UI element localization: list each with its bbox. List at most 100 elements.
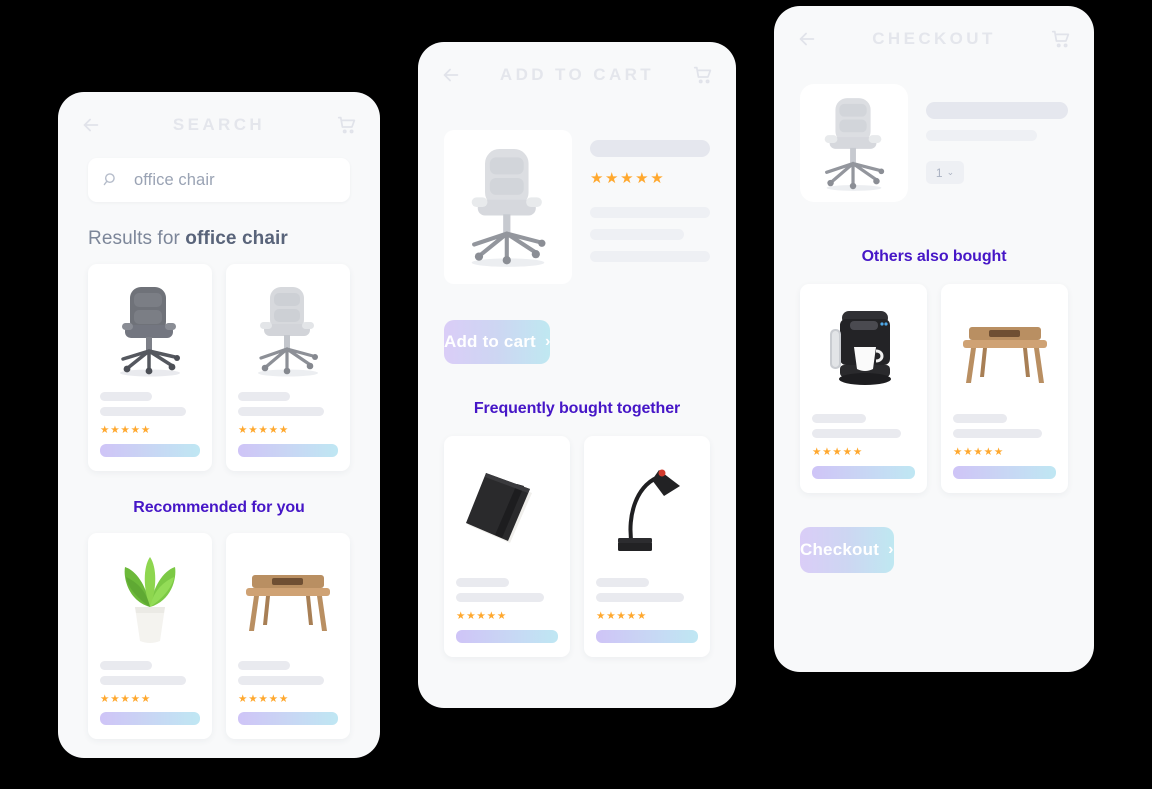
product-card-wooden-desk[interactable]: ★★★★★ — [941, 284, 1068, 493]
chevron-right-icon: › — [888, 540, 894, 558]
rating-stars: ★★★★★ — [456, 610, 508, 622]
product-title-placeholder — [100, 392, 152, 401]
product-subtitle-placeholder — [456, 593, 544, 602]
product-subtitle-placeholder — [812, 429, 901, 438]
recommended-grid: ★★★★★ ★★★★★ — [58, 532, 380, 739]
price-placeholder — [100, 712, 200, 725]
back-arrow-icon[interactable] — [440, 64, 462, 86]
product-description-line — [590, 229, 684, 240]
product-subtitle-placeholder — [238, 675, 324, 685]
search-input[interactable]: office chair — [88, 158, 350, 202]
results-prefix: Results for — [88, 228, 186, 249]
back-arrow-icon[interactable] — [796, 28, 818, 50]
page-title: SEARCH — [172, 115, 266, 134]
coffee-maker-image — [812, 298, 915, 404]
app-mockup-stage: SEARCH office chair Results for office c… — [0, 0, 1152, 789]
wooden-desk-image — [238, 547, 338, 651]
product-title-placeholder — [238, 392, 290, 401]
rating-stars: ★★★★★ — [100, 424, 152, 436]
black-desk-lamp-image — [596, 450, 698, 568]
product-title-placeholder — [926, 102, 1068, 119]
product-card-desk-lamp[interactable]: ★★★★★ — [584, 436, 710, 657]
frequently-bought-grid: ★★★★★ ★★★★★ — [418, 436, 736, 657]
recommended-heading: Recommended for you — [133, 498, 305, 516]
header-checkout: CHECKOUT — [774, 6, 1094, 72]
product-description-line — [590, 251, 710, 262]
product-card-black-notebook[interactable]: ★★★★★ — [444, 436, 570, 657]
price-placeholder — [596, 629, 698, 643]
price-placeholder — [812, 465, 915, 479]
chevron-right-icon: › — [544, 333, 551, 350]
others-also-bought-heading: Others also bought — [861, 248, 1007, 265]
phone-panel-add-to-cart: ADD TO CART ★★★★★ Add to cart › Frequent… — [418, 42, 736, 708]
back-arrow-icon[interactable] — [80, 114, 102, 136]
product-card-coffee-maker[interactable]: ★★★★★ — [800, 284, 927, 493]
add-to-cart-label: Add to cart — [444, 332, 536, 351]
product-subtitle-placeholder — [100, 407, 186, 416]
rating-stars: ★★★★★ — [812, 446, 864, 458]
price-placeholder — [100, 443, 200, 457]
search-input-value: office chair — [134, 170, 215, 189]
shopping-cart-icon[interactable] — [336, 114, 358, 136]
product-card-potted-plant[interactable]: ★★★★★ — [88, 532, 212, 739]
product-subtitle-placeholder — [596, 593, 684, 602]
search-results-grid: ★★★★★ ★★★★★ — [58, 264, 380, 471]
search-magnifier-icon — [102, 171, 120, 189]
light-grey-office-chair-image — [238, 278, 338, 382]
rating-stars: ★★★★★ — [953, 446, 1005, 458]
phone-panel-search: SEARCH office chair Results for office c… — [58, 92, 380, 758]
product-subtitle-placeholder — [926, 130, 1037, 141]
phone-panel-checkout: CHECKOUT 1 ⌄ Others also bought ★★★★★ ★★… — [774, 6, 1094, 672]
price-placeholder — [238, 443, 338, 457]
checkout-label: Checkout — [800, 539, 880, 559]
quantity-value: 1 — [935, 165, 943, 180]
product-detail-meta: ★★★★★ — [590, 130, 710, 284]
product-title-placeholder — [596, 578, 650, 587]
header-search: SEARCH — [58, 92, 380, 158]
price-placeholder — [238, 712, 338, 725]
product-title-placeholder — [590, 140, 710, 157]
product-title-placeholder — [953, 414, 1007, 423]
product-description-line — [590, 207, 710, 218]
page-title: ADD TO CART — [499, 65, 655, 84]
results-query: office chair — [185, 228, 288, 249]
rating-stars: ★★★★★ — [596, 610, 648, 622]
dark-grey-office-chair-image — [100, 278, 200, 382]
product-subtitle-placeholder — [238, 407, 324, 416]
add-to-cart-button[interactable]: Add to cart › — [444, 320, 551, 364]
price-placeholder — [953, 465, 1056, 479]
checkout-item-meta: 1 ⌄ — [926, 84, 1068, 202]
black-notebook-image — [456, 450, 558, 568]
product-subtitle-placeholder — [953, 429, 1042, 438]
shopping-cart-icon[interactable] — [1050, 28, 1072, 50]
checkout-item-thumbnail[interactable] — [800, 84, 908, 202]
product-title-placeholder — [456, 578, 510, 587]
product-subtitle-placeholder — [100, 675, 186, 685]
potted-plant-image — [100, 547, 200, 651]
results-label: Results for office chair — [58, 202, 380, 264]
product-title-placeholder — [238, 660, 290, 670]
header-add-to-cart: ADD TO CART — [418, 42, 736, 108]
others-also-bought-grid: ★★★★★ ★★★★★ — [774, 284, 1094, 493]
rating-stars: ★★★★★ — [100, 692, 152, 705]
product-title-placeholder — [100, 660, 152, 670]
shopping-cart-icon[interactable] — [692, 64, 714, 86]
product-detail-thumbnail[interactable] — [444, 130, 572, 284]
checkout-button[interactable]: Checkout › — [800, 526, 894, 573]
quantity-stepper[interactable]: 1 ⌄ — [926, 161, 964, 184]
wooden-desk-image — [953, 298, 1056, 404]
rating-stars: ★★★★★ — [238, 692, 290, 705]
product-card-office-chair-light[interactable]: ★★★★★ — [226, 264, 350, 471]
page-title: CHECKOUT — [872, 29, 996, 48]
product-card-wooden-desk[interactable]: ★★★★★ — [226, 532, 350, 739]
checkout-item-row: 1 ⌄ — [774, 84, 1094, 202]
product-detail-row: ★★★★★ — [418, 130, 736, 284]
frequently-bought-heading: Frequently bought together — [473, 400, 681, 417]
search-bar-wrapper: office chair — [58, 158, 380, 202]
chevron-down-icon: ⌄ — [946, 167, 955, 177]
price-placeholder — [456, 629, 558, 643]
rating-stars: ★★★★★ — [590, 170, 666, 187]
rating-stars: ★★★★★ — [238, 424, 290, 436]
product-card-office-chair-dark[interactable]: ★★★★★ — [88, 264, 212, 471]
product-title-placeholder — [812, 414, 866, 423]
